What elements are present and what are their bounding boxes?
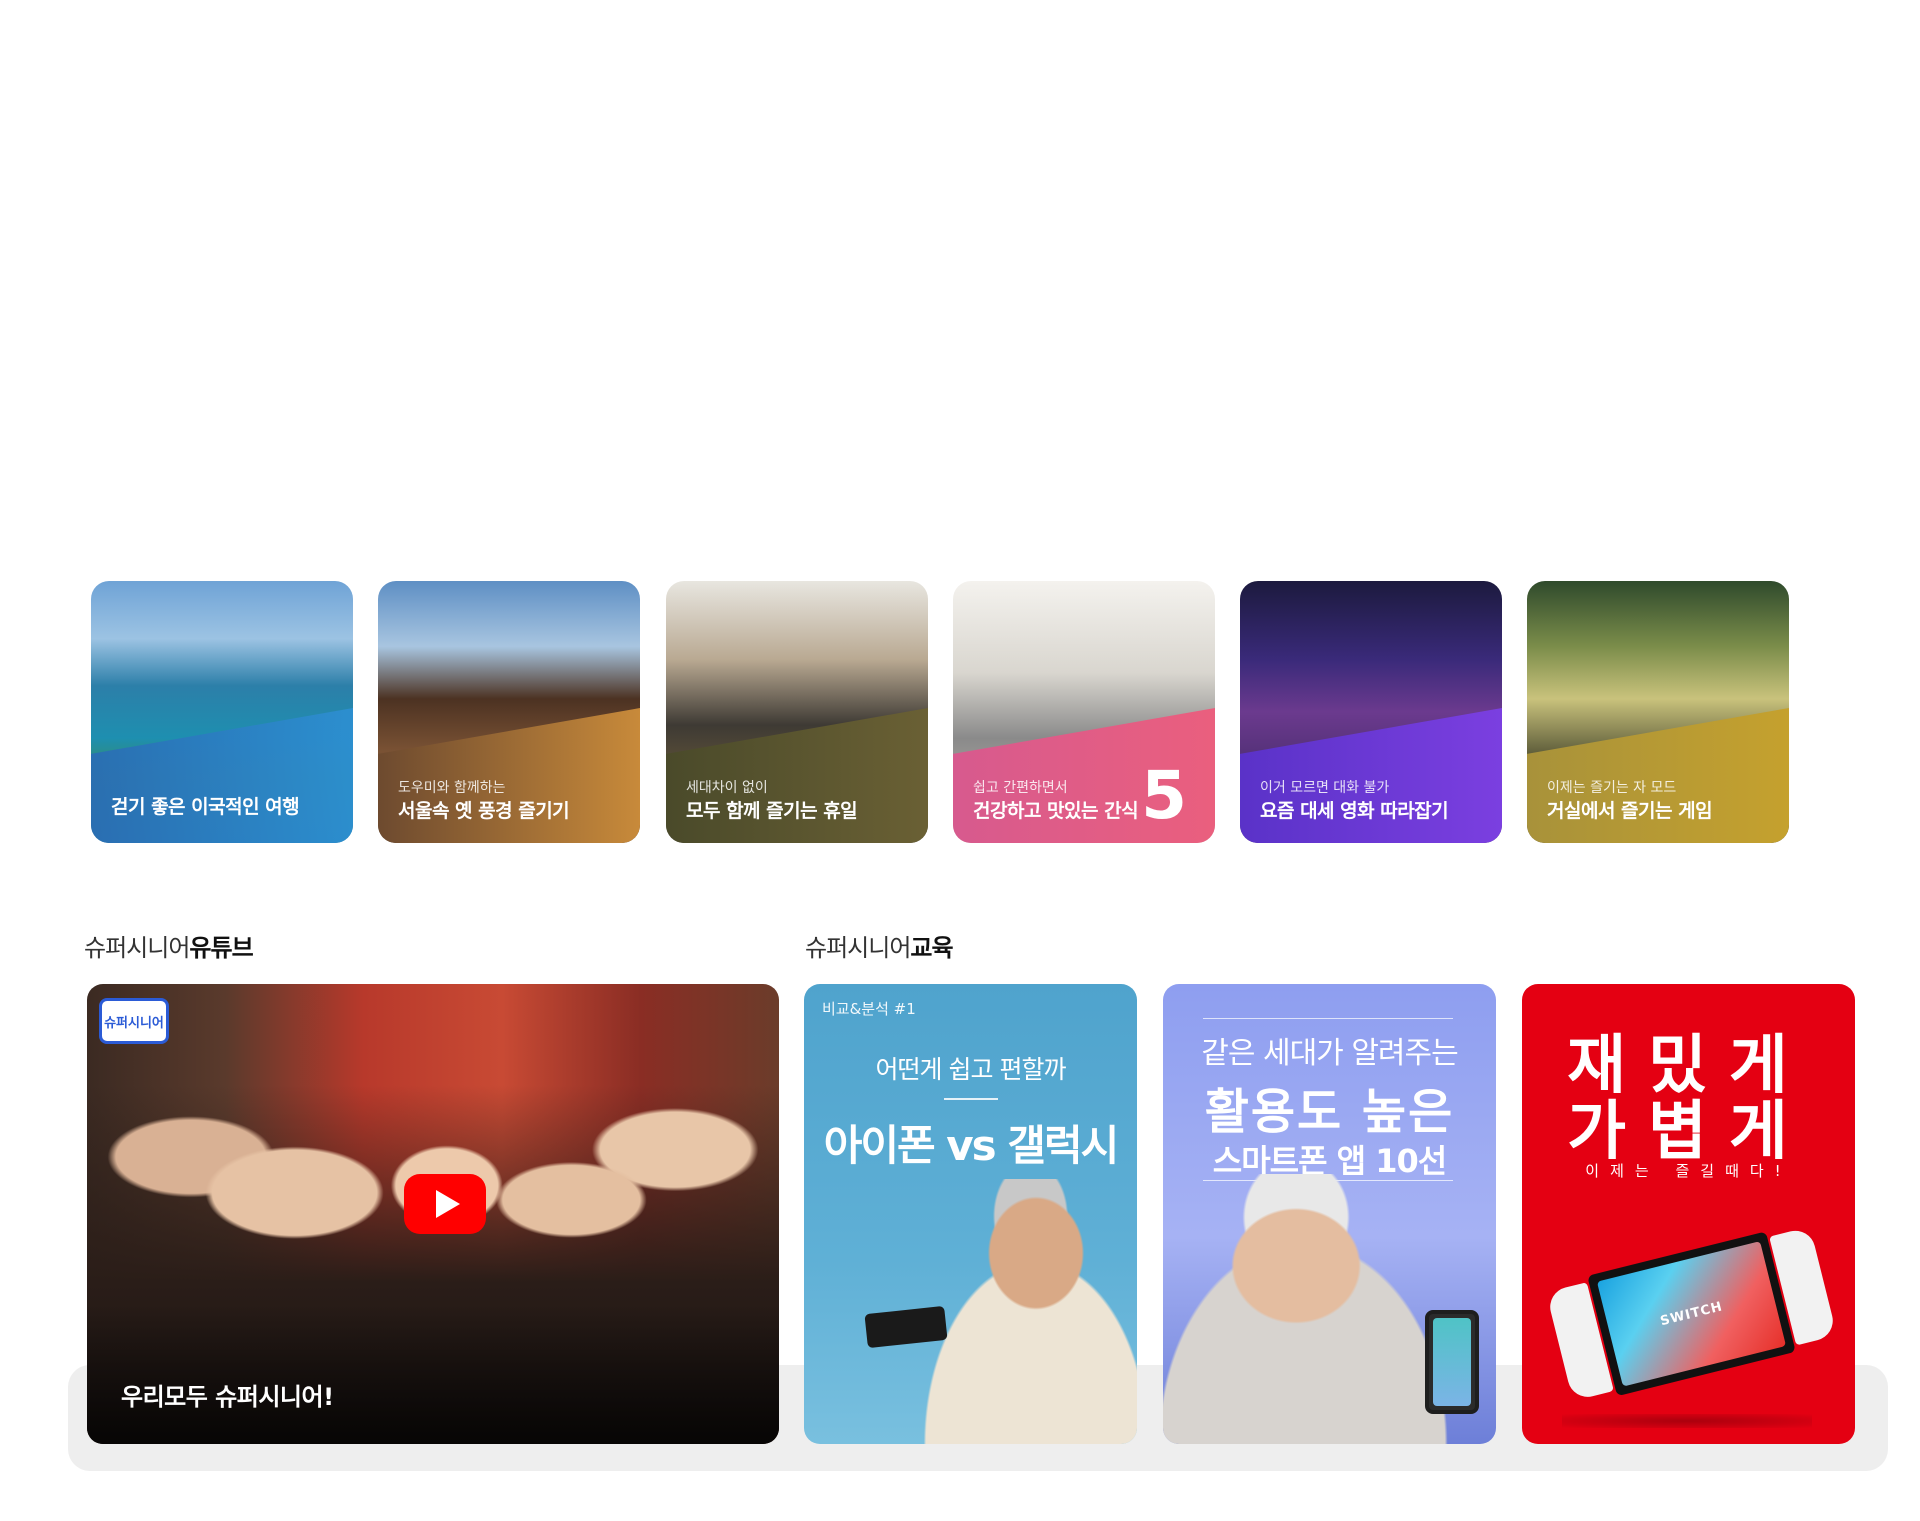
- console-screen-display: SWITCH: [1596, 1241, 1787, 1387]
- card-trending-movies[interactable]: 이거 모르면 대화 불가 요즘 대세 영화 따라잡기: [1240, 581, 1502, 843]
- caption-gradient: [87, 1304, 779, 1444]
- card-subtitle: 도우미와 함께하는: [398, 780, 506, 796]
- card-title: 모두 함께 즐기는 휴일: [686, 800, 858, 822]
- play-button-icon[interactable]: [404, 1174, 486, 1234]
- card-subtitle: 세대차이 없이: [686, 780, 768, 796]
- education-line-2: 활용도 높은: [1204, 1084, 1455, 1140]
- card-title: 건강하고 맛있는 간식: [973, 800, 1139, 822]
- youtube-section-title: 슈퍼시니어유튜브: [84, 928, 254, 963]
- console-shadow: [1562, 1414, 1812, 1428]
- education-line-1: 같은 세대가 알려주는: [1201, 1036, 1458, 1071]
- card-title: 거실에서 즐기는 게임: [1547, 800, 1713, 822]
- divider: [944, 1098, 998, 1100]
- education-card-smartphone-apps[interactable]: 같은 세대가 알려주는 활용도 높은 스마트폰 앱 10선: [1163, 984, 1496, 1444]
- section-title-bold: 교육: [910, 934, 953, 962]
- featured-card-row: 걷기 좋은 이국적인 여행 도우미와 함께하는 서울속 옛 풍경 즐기기 세대차…: [91, 581, 1791, 843]
- education-line-3: 이제는 즐길때다!: [1585, 1162, 1792, 1180]
- education-tag: 비교&분석 #1: [822, 1000, 916, 1018]
- education-line-2: 가볍게: [1567, 1095, 1810, 1169]
- section-title-bold: 유튜브: [189, 934, 253, 962]
- education-card-iphone-vs-galaxy[interactable]: 비교&분석 #1 어떤게 쉽고 편할까 아이폰 vs 갤럭시: [804, 984, 1137, 1444]
- section-title-light: 슈퍼시니어: [805, 934, 911, 962]
- card-living-room-games[interactable]: 이제는 즐기는 자 모드 거실에서 즐기는 게임: [1527, 581, 1789, 843]
- education-card-game-console[interactable]: 재밌게 가볍게 이제는 즐길때다! SWITCH: [1522, 984, 1855, 1444]
- channel-logo: 슈퍼시니어: [99, 998, 169, 1044]
- card-title: 요즘 대세 영화 따라잡기: [1260, 800, 1449, 822]
- card-subtitle: 이제는 즐기는 자 모드: [1547, 780, 1677, 796]
- card-subtitle: 이거 모르면 대화 불가: [1260, 780, 1390, 796]
- phone-screen: [1433, 1318, 1471, 1406]
- smartphone-image: [1425, 1310, 1479, 1414]
- console-screen: SWITCH: [1587, 1231, 1796, 1397]
- card-family-holiday[interactable]: 세대차이 없이 모두 함께 즐기는 휴일: [666, 581, 928, 843]
- card-seoul-scenery[interactable]: 도우미와 함께하는 서울속 옛 풍경 즐기기: [378, 581, 640, 843]
- youtube-video-card[interactable]: 슈퍼시니어 우리모두 슈퍼시니어!: [87, 984, 779, 1444]
- video-caption: 우리모두 슈퍼시니어!: [121, 1383, 334, 1411]
- section-title-light: 슈퍼시니어: [84, 934, 190, 962]
- card-subtitle: 쉽고 간편하면서: [973, 780, 1068, 796]
- console-logo: SWITCH: [1658, 1298, 1725, 1329]
- card-jeju-travel[interactable]: 걷기 좋은 이국적인 여행: [91, 581, 353, 843]
- card-healthy-snacks[interactable]: 쉽고 간편하면서 건강하고 맛있는 간식 5: [953, 581, 1215, 843]
- play-triangle-icon: [435, 1190, 460, 1218]
- divider: [1203, 1018, 1453, 1019]
- game-console-image: SWITCH: [1545, 1221, 1838, 1411]
- card-number-badge: 5: [1141, 757, 1187, 834]
- education-headline: 아이폰 vs 갤럭시: [823, 1121, 1119, 1170]
- education-section-title: 슈퍼시니어교육: [805, 928, 954, 963]
- education-question: 어떤게 쉽고 편할까: [875, 1055, 1067, 1084]
- card-title: 걷기 좋은 이국적인 여행: [111, 796, 300, 818]
- card-title: 서울속 옛 풍경 즐기기: [398, 800, 570, 822]
